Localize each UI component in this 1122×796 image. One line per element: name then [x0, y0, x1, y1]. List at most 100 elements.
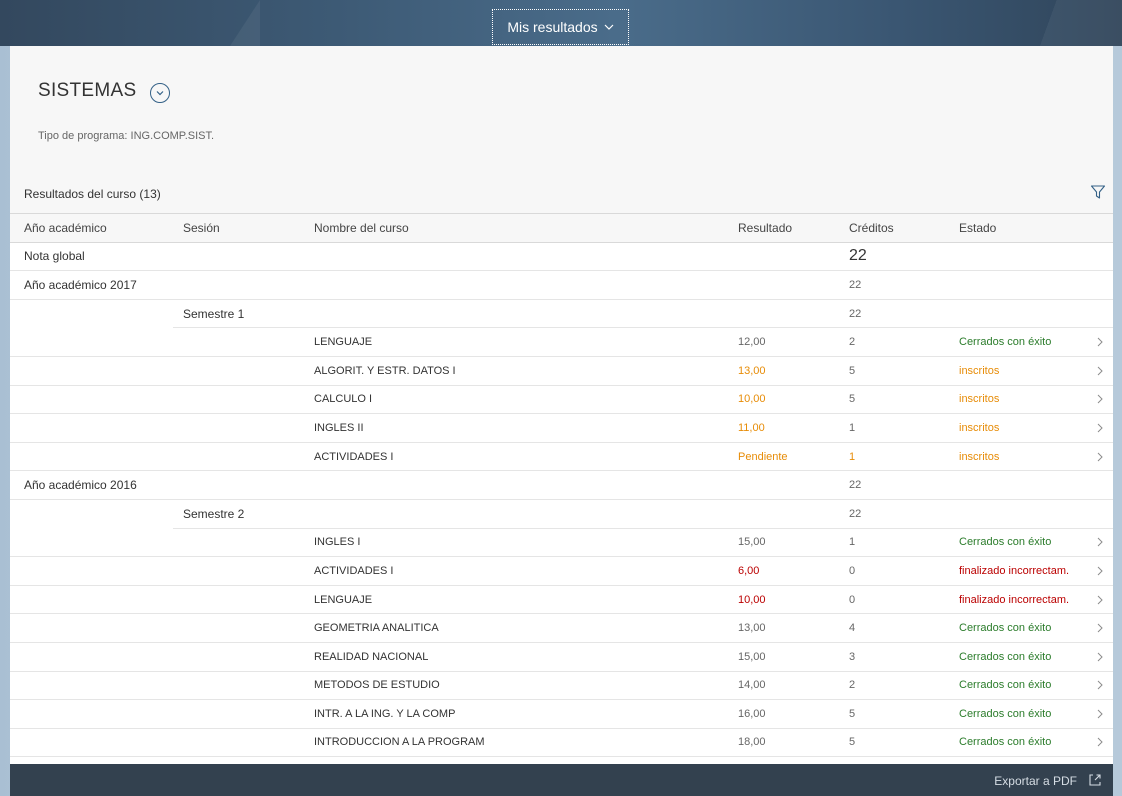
chevron-right-icon — [1094, 643, 1106, 671]
app-title-menu-button[interactable]: Mis resultados — [492, 9, 629, 45]
course-credits: 5 — [849, 736, 856, 749]
course-name: INTRODUCCION A LA PROGRAM — [314, 736, 485, 749]
chevron-right-icon — [1094, 729, 1106, 757]
session-label: Semestre 2 — [183, 507, 245, 522]
course-row[interactable]: LENGUAJE 12,00 2 Cerrados con éxito — [10, 328, 1113, 357]
session-credits: 22 — [849, 508, 862, 521]
session-group-row: Semestre 2 22 — [10, 499, 1113, 529]
results-table: Año académico Sesión Nombre del curso Re… — [10, 214, 1113, 758]
course-row[interactable]: ACTIVIDADES I 6,00 0 finalizado incorrectam… — [10, 557, 1113, 586]
shell-decoration — [1002, 0, 1122, 46]
shell-decoration — [230, 0, 260, 46]
course-row[interactable]: INGLES I 15,00 1 Cerrados con éxito — [10, 529, 1113, 558]
year-label: Año académico 2017 — [24, 277, 137, 292]
shell-bar: Mis resultados — [0, 0, 1122, 46]
course-result: 10,00 — [738, 593, 766, 606]
course-status: Cerrados con éxito — [959, 679, 1052, 692]
year-group-row: Año académico 2016 22 — [10, 471, 1113, 500]
course-result: 10,00 — [738, 393, 766, 406]
overall-credits: 22 — [849, 247, 867, 265]
chevron-right-icon — [1094, 386, 1106, 414]
chevron-right-icon — [1094, 443, 1106, 471]
course-status: Cerrados con éxito — [959, 736, 1052, 749]
table-toolbar: Resultados del curso (13) — [10, 173, 1113, 214]
course-row[interactable]: CALCULO I 10,00 5 inscritos — [10, 386, 1113, 415]
course-result: 12,00 — [738, 336, 766, 349]
course-credits: 2 — [849, 679, 856, 692]
course-status: finalizado incorrectam. — [959, 593, 1070, 606]
course-row[interactable]: REALIDAD NACIONAL 15,00 3 Cerrados con éxit… — [10, 643, 1113, 672]
course-row[interactable]: ACTIVIDADES I Pendiente 1 inscritos — [10, 443, 1113, 472]
course-name: INGLES I — [314, 536, 361, 549]
chevron-right-icon — [1094, 672, 1106, 700]
course-status: Cerrados con éxito — [959, 336, 1052, 349]
course-name: ACTIVIDADES I — [314, 450, 394, 463]
session-label: Semestre 1 — [183, 307, 245, 322]
course-name: LENGUAJE — [314, 336, 373, 349]
course-result: 6,00 — [738, 564, 760, 577]
course-status: inscritos — [959, 393, 1000, 406]
course-credits: 4 — [849, 622, 856, 635]
session-group-row: Semestre 1 22 — [10, 299, 1113, 329]
chevron-right-icon — [1094, 529, 1106, 557]
column-header-year[interactable]: Año académico — [24, 214, 107, 242]
course-row[interactable]: LENGUAJE 10,00 0 finalizado incorrectam. — [10, 586, 1113, 615]
column-header-credits[interactable]: Créditos — [849, 214, 894, 242]
year-group-row: Año académico 2017 22 — [10, 271, 1113, 300]
course-result: 14,00 — [738, 679, 766, 692]
course-row[interactable]: INTRODUCCION A LA PROGRAM 18,00 5 Cerrados … — [10, 729, 1113, 758]
export-pdf-button[interactable]: Exportar a PDF — [994, 774, 1077, 788]
course-credits: 5 — [849, 393, 856, 406]
course-credits: 1 — [849, 450, 856, 463]
overall-row: Nota global 22 — [10, 243, 1113, 272]
course-status: inscritos — [959, 450, 1000, 463]
course-row[interactable]: INGLES II 11,00 1 inscritos — [10, 414, 1113, 443]
course-row[interactable]: INTR. A LA ING. Y LA COMP 16,00 5 Cerrados … — [10, 700, 1113, 729]
column-header-state[interactable]: Estado — [959, 214, 996, 242]
course-name: INGLES II — [314, 421, 364, 434]
course-name: GEOMETRIA ANALITICA — [314, 622, 439, 635]
course-name: ALGORIT. Y ESTR. DATOS I — [314, 364, 456, 377]
course-name: CALCULO I — [314, 393, 373, 406]
object-header: SISTEMAS Tipo de programa: ING.COMP.SIST… — [10, 46, 1113, 173]
chevron-right-icon — [1094, 586, 1106, 614]
year-label: Año académico 2016 — [24, 478, 137, 493]
program-title: SISTEMAS — [38, 80, 137, 101]
course-row[interactable]: ALGORIT. Y ESTR. DATOS I 13,00 5 inscritos — [10, 357, 1113, 386]
column-header-course[interactable]: Nombre del curso — [314, 214, 409, 242]
course-result: 11,00 — [738, 421, 765, 434]
course-result: 13,00 — [738, 622, 766, 635]
course-result: 13,00 — [738, 364, 766, 377]
course-name: REALIDAD NACIONAL — [314, 650, 429, 663]
chevron-right-icon — [1094, 357, 1106, 385]
program-type: Tipo de programa: ING.COMP.SIST. — [38, 130, 215, 142]
course-name: LENGUAJE — [314, 593, 373, 606]
footer-toolbar: Exportar a PDF — [10, 764, 1113, 796]
course-status: Cerrados con éxito — [959, 622, 1052, 635]
course-row[interactable]: METODOS DE ESTUDIO 14,00 2 Cerrados con éxi… — [10, 672, 1113, 701]
chevron-right-icon — [1094, 614, 1106, 642]
session-credits: 22 — [849, 308, 862, 321]
column-header-result[interactable]: Resultado — [738, 214, 792, 242]
chevron-right-icon — [1094, 700, 1106, 728]
course-result: Pendiente — [738, 450, 788, 463]
course-result: 16,00 — [738, 707, 766, 720]
course-credits: 0 — [849, 593, 856, 606]
course-credits: 2 — [849, 336, 856, 349]
course-name: METODOS DE ESTUDIO — [314, 679, 440, 692]
course-result: 18,00 — [738, 736, 766, 749]
course-status: Cerrados con éxito — [959, 707, 1052, 720]
column-header-session[interactable]: Sesión — [183, 214, 220, 242]
program-select-button[interactable] — [150, 83, 170, 103]
course-status: inscritos — [959, 421, 1000, 434]
year-credits: 22 — [849, 278, 862, 291]
table-title: Resultados del curso (13) — [24, 187, 161, 201]
course-status: finalizado incorrectam. — [959, 564, 1070, 577]
course-status: inscritos — [959, 364, 1000, 377]
overall-label: Nota global — [24, 249, 85, 264]
course-row[interactable]: GEOMETRIA ANALITICA 13,00 4 Cerrados con éx… — [10, 614, 1113, 643]
filter-icon[interactable] — [1089, 183, 1107, 201]
course-credits: 1 — [849, 536, 856, 549]
share-icon[interactable] — [1087, 772, 1103, 788]
year-credits: 22 — [849, 479, 862, 492]
